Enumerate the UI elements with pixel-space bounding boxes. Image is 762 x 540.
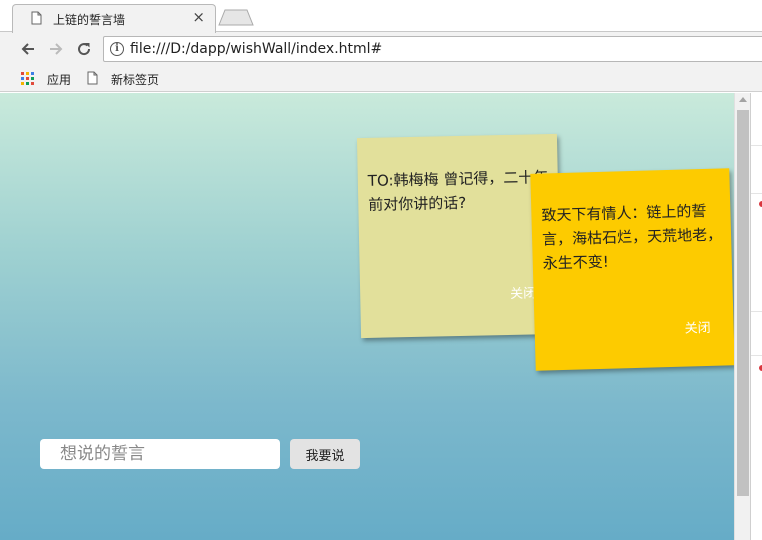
submit-vow-button[interactable]: 我要说: [290, 439, 360, 469]
page-icon: [31, 11, 42, 25]
page-icon: [87, 71, 98, 85]
divider: [751, 193, 762, 194]
close-note-button[interactable]: 关闭: [684, 317, 710, 337]
wish-wall-page: TO:韩梅梅 曾记得，二十年前对你讲的话? 关闭 致天下有情人：链上的誓言，海枯…: [0, 93, 734, 540]
divider: [751, 355, 762, 356]
url-text[interactable]: file:///D:/dapp/wishWall/index.html#: [130, 41, 382, 57]
info-icon[interactable]: i: [110, 42, 124, 56]
forward-arrow-icon: [50, 43, 63, 55]
vow-note-text: TO:韩梅梅 曾记得，二十年前对你讲的话?: [367, 168, 549, 214]
new-tab-button[interactable]: [218, 9, 254, 26]
scroll-thumb[interactable]: [737, 110, 749, 496]
apps-grid-icon[interactable]: [21, 72, 34, 85]
reload-button[interactable]: [73, 38, 95, 60]
vow-note[interactable]: TO:韩梅梅 曾记得，二十年前对你讲的话? 关闭: [356, 133, 562, 339]
bookmark-new-tab-page[interactable]: 新标签页: [111, 71, 159, 88]
tab-strip: 上链的誓言墙 ×: [0, 0, 762, 33]
browser-toolbar: i file:///D:/dapp/wishWall/index.html#: [0, 32, 762, 65]
back-button[interactable]: [17, 38, 39, 60]
devtools-panel-edge: [750, 93, 762, 540]
vertical-scrollbar[interactable]: [734, 93, 750, 540]
vow-note-text: 致天下有情人：链上的誓言，海枯石烂，天荒地老，永生不变!: [541, 201, 723, 273]
browser-tab[interactable]: 上链的誓言墙 ×: [12, 4, 216, 33]
tab-title: 上链的誓言墙: [53, 13, 126, 27]
divider: [751, 311, 762, 312]
address-bar[interactable]: i file:///D:/dapp/wishWall/index.html#: [103, 36, 762, 62]
divider: [751, 145, 762, 146]
bookmark-apps[interactable]: 应用: [47, 71, 71, 88]
bookmarks-bar: 应用 新标签页: [0, 65, 762, 92]
vow-note[interactable]: 致天下有情人：链上的誓言，海枯石烂，天荒地老，永生不变! 关闭: [530, 168, 734, 371]
forward-button[interactable]: [45, 38, 67, 60]
vow-input[interactable]: [40, 439, 280, 469]
reload-icon: [78, 43, 91, 56]
scroll-up-arrow-icon[interactable]: [739, 97, 747, 102]
back-arrow-icon: [21, 43, 34, 55]
close-tab-icon[interactable]: ×: [192, 9, 205, 25]
